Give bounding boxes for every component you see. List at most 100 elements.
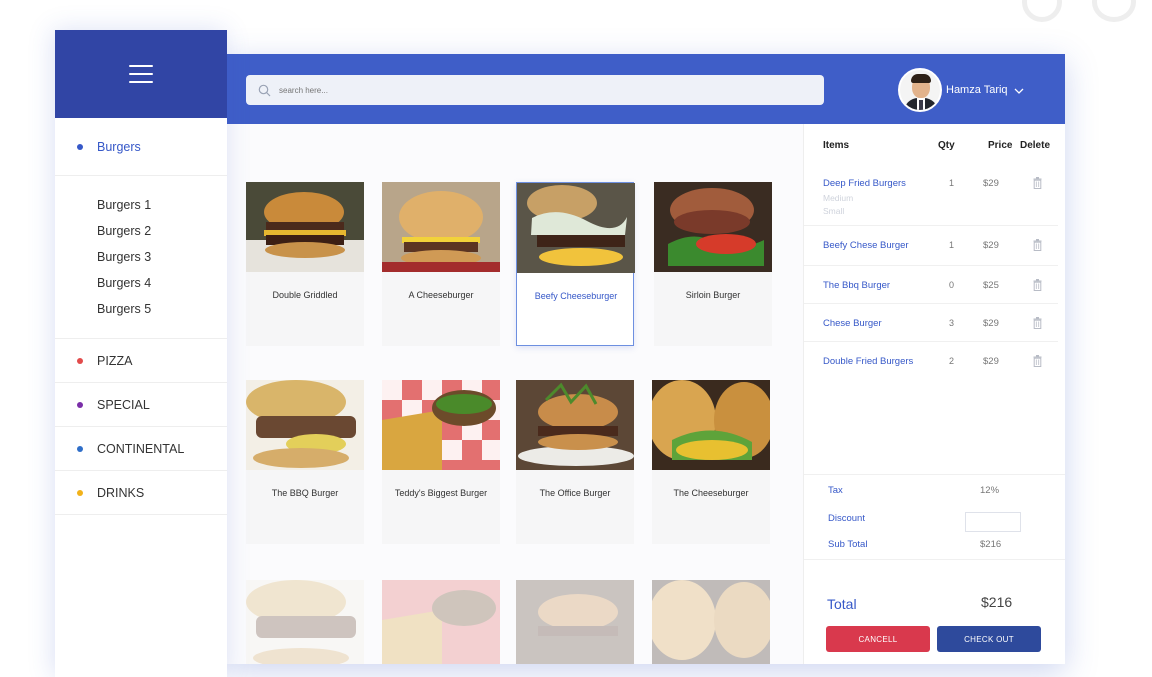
product-card[interactable] [382, 580, 500, 664]
search-icon [258, 84, 271, 96]
order-item-price: $29 [983, 356, 999, 367]
product-card[interactable]: The BBQ Burger [246, 380, 364, 544]
subcategory-item[interactable]: Burgers 4 [97, 270, 227, 296]
burger-image [246, 182, 364, 272]
category-pizza[interactable]: PIZZA [55, 339, 227, 383]
subtotal-value: $216 [980, 539, 1002, 550]
order-row: Double Fried Burgers 2 $29 [804, 342, 1058, 386]
burger-image [654, 182, 772, 272]
burger-image [382, 580, 500, 664]
decorative-circle [1092, 0, 1136, 22]
product-card-selected[interactable]: Beefy Cheeseburger [516, 182, 635, 346]
order-item-qty: 0 [949, 280, 955, 290]
product-name: Double Griddled [272, 290, 338, 300]
order-item-qty: 1 [949, 178, 955, 188]
order-panel: Items Qty Price Delete Deep Fried Burger… [803, 124, 1065, 664]
trash-icon[interactable] [1033, 176, 1042, 194]
subcategory-item[interactable]: Burgers 2 [97, 218, 227, 244]
chevron-down-icon[interactable] [1014, 86, 1024, 97]
category-continental[interactable]: CONTINENTAL [55, 427, 227, 471]
subcategory-list: Burgers 1 Burgers 2 Burgers 3 Burgers 4 … [55, 176, 227, 339]
checkout-button[interactable]: CHECK OUT [937, 626, 1041, 652]
order-row: Beefy Chese Burger 1 $29 [804, 226, 1058, 266]
order-item-qty: 1 [949, 240, 955, 250]
pos-app-window: Hamza Tariq Double Griddled [226, 54, 1065, 664]
trash-icon[interactable] [1033, 354, 1042, 372]
avatar[interactable] [898, 68, 942, 112]
trash-icon[interactable] [1033, 278, 1042, 296]
trash-icon[interactable] [1033, 316, 1042, 334]
tax-label: Tax [828, 485, 843, 496]
order-row: The Bbq Burger 0 $25 [804, 266, 1058, 304]
order-item-name[interactable]: The Bbq Burger [823, 280, 890, 291]
product-card[interactable] [652, 580, 770, 664]
discount-label: Discount [828, 513, 865, 524]
burger-image [517, 183, 635, 273]
order-item-price: $29 [983, 240, 999, 251]
delete-header: Delete [1020, 140, 1051, 151]
subcategory-item[interactable]: Burgers 3 [97, 244, 227, 270]
order-item-qty: 2 [949, 356, 955, 366]
search-input[interactable] [279, 85, 799, 95]
order-row: Chese Burger 3 $29 [804, 304, 1058, 342]
qty-header: Qty [938, 140, 955, 151]
category-dot-icon [77, 143, 83, 150]
order-row: Deep Fried Burgers Medium Small 1 $29 [804, 164, 1058, 226]
burger-image [516, 580, 634, 664]
category-burgers[interactable]: Burgers [55, 118, 227, 176]
product-name: Teddy's Biggest Burger [394, 488, 488, 498]
product-name: The Office Burger [539, 488, 611, 498]
order-item-name[interactable]: Double Fried Burgers [823, 356, 913, 367]
category-label: SPECIAL [97, 397, 150, 412]
burger-image [516, 380, 634, 470]
subcategory-item[interactable]: Burgers 1 [97, 192, 227, 218]
order-item-name[interactable]: Deep Fried Burgers [823, 178, 906, 189]
product-name: Beefy Cheeseburger [534, 291, 618, 301]
discount-input[interactable] [965, 512, 1021, 532]
category-sidebar: Burgers Burgers 1 Burgers 2 Burgers 3 Bu… [55, 30, 227, 677]
order-item-option: Small [823, 206, 845, 216]
burger-image [652, 380, 770, 470]
total-value: $216 [981, 594, 1013, 610]
category-label: CONTINENTAL [97, 441, 185, 456]
product-card[interactable]: Double Griddled [246, 182, 364, 346]
order-summary: Tax 12% Discount Sub Total $216 [804, 474, 1065, 560]
order-item-price: $25 [983, 280, 999, 291]
decorative-circle [1022, 0, 1062, 22]
product-card[interactable]: A Cheeseburger [382, 182, 500, 346]
product-card[interactable]: The Cheeseburger [652, 380, 770, 544]
total-label: Total [827, 596, 857, 612]
product-name: Sirloin Burger [685, 290, 741, 300]
category-dot-icon [77, 357, 83, 364]
order-item-price: $29 [983, 318, 999, 329]
category-label: PIZZA [97, 353, 133, 368]
subcategory-item[interactable]: Burgers 5 [97, 296, 227, 322]
order-item-name[interactable]: Beefy Chese Burger [823, 240, 909, 251]
product-card[interactable]: The Office Burger [516, 380, 634, 544]
order-item-name[interactable]: Chese Burger [823, 318, 882, 329]
burger-image [382, 182, 500, 272]
category-dot-icon [77, 489, 83, 496]
cancel-button[interactable]: CANCELL [826, 626, 930, 652]
search-box[interactable] [246, 75, 824, 105]
product-name: The Cheeseburger [673, 488, 749, 498]
subtotal-label: Sub Total [828, 539, 868, 550]
product-card[interactable]: Teddy's Biggest Burger [382, 380, 500, 544]
price-header: Price [988, 140, 1013, 151]
product-card[interactable] [246, 580, 364, 664]
menu-icon[interactable] [129, 65, 153, 83]
category-label: Burgers [97, 139, 141, 154]
burger-image [652, 580, 770, 664]
order-item-qty: 3 [949, 318, 955, 328]
sidebar-header [55, 30, 227, 118]
trash-icon[interactable] [1033, 238, 1042, 256]
category-dot-icon [77, 445, 83, 452]
category-drinks[interactable]: DRINKS [55, 471, 227, 515]
product-card[interactable] [516, 580, 634, 664]
tax-value: 12% [980, 485, 1000, 496]
category-label: DRINKS [97, 485, 145, 500]
product-name: The BBQ Burger [271, 488, 339, 498]
product-card[interactable]: Sirloin Burger [654, 182, 772, 346]
user-menu[interactable]: Hamza Tariq [898, 68, 1024, 112]
category-special[interactable]: SPECIAL [55, 383, 227, 427]
